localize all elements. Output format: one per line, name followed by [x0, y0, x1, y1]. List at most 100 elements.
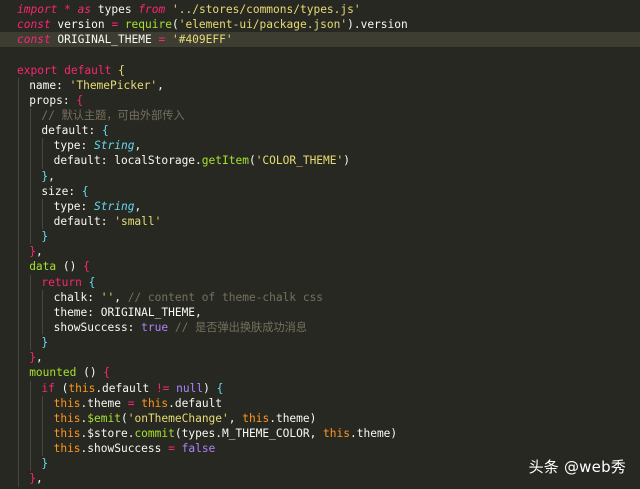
code-token: as: [77, 3, 92, 16]
code-token: !=: [155, 381, 170, 395]
code-token: 'onThemeChange': [127, 411, 229, 425]
code-token: {: [81, 184, 89, 198]
code-line[interactable]: chalk: '', // content of theme-chalk css: [0, 289, 640, 305]
indent-guide: [18, 153, 19, 169]
code-line[interactable]: this.$store.commit(types.M_THEME_COLOR, …: [0, 425, 640, 442]
code-line[interactable]: this.$emit('onThemeChange', this.theme): [0, 410, 640, 426]
code-line[interactable]: },: [0, 244, 640, 260]
code-line[interactable]: if (this.default != null) {: [0, 380, 640, 396]
code-line[interactable]: this.theme = this.default: [0, 395, 640, 411]
code-token: false: [181, 442, 216, 456]
code-token: String: [94, 139, 135, 153]
code-line[interactable]: const ORIGINAL_THEME = '#409EFF': [0, 32, 640, 48]
code-line[interactable]: this.showSuccess = false: [0, 441, 640, 457]
code-token: '': [100, 290, 115, 304]
code-line[interactable]: mounted () {: [0, 365, 640, 381]
code-token: String: [94, 199, 135, 213]
indent-guide: [42, 410, 44, 426]
indent-guide: [18, 304, 19, 320]
indent-guide: [30, 213, 32, 230]
indent-guide: [42, 441, 44, 457]
code-token: props:: [29, 93, 77, 107]
indent-guide: [30, 123, 32, 139]
code-line[interactable]: // 默认主题，可由外部传入: [0, 107, 640, 124]
code-token: (: [120, 411, 128, 425]
code-editor[interactable]: import * as types from '../stores/common…: [0, 0, 640, 489]
code-token: }: [41, 336, 49, 350]
code-line[interactable]: data () {: [0, 259, 640, 275]
code-line[interactable]: type: String,: [0, 198, 640, 214]
code-token: }: [41, 230, 49, 244]
code-token: ,: [35, 351, 43, 365]
indent-guide: [30, 229, 32, 245]
code-line[interactable]: import * as types from '../stores/common…: [0, 2, 640, 17]
code-line[interactable]: },: [0, 168, 640, 184]
code-token: ,: [134, 199, 142, 213]
code-token: 'small': [114, 214, 162, 228]
code-token: // 默认主题，可由外部传入: [41, 108, 185, 122]
indent-guide: [42, 395, 44, 411]
code-line[interactable]: },: [0, 350, 640, 366]
code-line[interactable]: }: [0, 335, 640, 351]
code-token: this: [141, 396, 169, 410]
code-token: ,: [35, 245, 43, 259]
code-line[interactable]: const version = require('element-ui/pack…: [0, 17, 640, 32]
indent-guide: [18, 425, 19, 442]
code-token: ): [343, 154, 350, 168]
indent-guide: [42, 198, 44, 214]
code-line[interactable]: export default {: [0, 63, 640, 78]
indent-guide: [30, 289, 32, 305]
indent-guide: [42, 289, 44, 305]
code-area[interactable]: import * as types from '../stores/common…: [0, 2, 640, 487]
code-line[interactable]: default: 'small': [0, 213, 640, 230]
code-token: (): [56, 260, 84, 274]
code-line[interactable]: type: String,: [0, 138, 640, 154]
code-token: .$store.: [80, 426, 135, 440]
code-token: 'COLOR_THEME': [255, 154, 344, 168]
code-token: types: [91, 3, 139, 16]
code-token: this: [323, 426, 350, 440]
code-token: ): [203, 381, 217, 395]
code-token: null: [176, 381, 204, 395]
indent-guide: [42, 319, 44, 336]
code-token: type:: [53, 139, 95, 153]
code-token: require: [124, 18, 172, 32]
indent-guide: [30, 183, 32, 199]
code-line[interactable]: [0, 47, 640, 62]
indent-guide: [30, 395, 32, 411]
indent-guide: [30, 153, 32, 169]
code-token: default:: [41, 124, 103, 138]
code-line[interactable]: default: {: [0, 123, 640, 139]
indent-guide: [18, 168, 19, 184]
code-token: (: [54, 381, 69, 395]
code-token: ,: [157, 78, 164, 92]
indent-guide: [18, 92, 19, 108]
code-line[interactable]: name: 'ThemePicker',: [0, 77, 640, 93]
indent-guide: [18, 350, 19, 366]
indent-guide: [18, 335, 19, 351]
code-token: ,: [228, 411, 243, 425]
indent-guide: [30, 274, 32, 290]
indent-guide: [30, 410, 32, 426]
code-line[interactable]: theme: ORIGINAL_THEME,: [0, 304, 640, 320]
indent-guide: [18, 107, 19, 124]
code-token: .theme): [350, 426, 398, 440]
code-token: this: [68, 381, 96, 395]
code-line[interactable]: props: {: [0, 92, 640, 108]
code-line[interactable]: size: {: [0, 183, 640, 199]
indent-guide: [30, 456, 32, 472]
code-line[interactable]: }: [0, 229, 640, 245]
indent-guide: [42, 213, 44, 230]
code-line[interactable]: default: localStorage.getItem('COLOR_THE…: [0, 153, 640, 169]
indent-guide: [30, 198, 32, 214]
code-token: (): [76, 366, 104, 380]
code-token: }: [41, 457, 49, 471]
code-line[interactable]: showSuccess: true // 是否弹出换肤成功消息: [0, 319, 640, 336]
code-token: default: localStorage.: [53, 154, 202, 168]
code-line[interactable]: return {: [0, 274, 640, 290]
indent-guide: [42, 153, 44, 169]
code-token: (: [171, 18, 179, 32]
